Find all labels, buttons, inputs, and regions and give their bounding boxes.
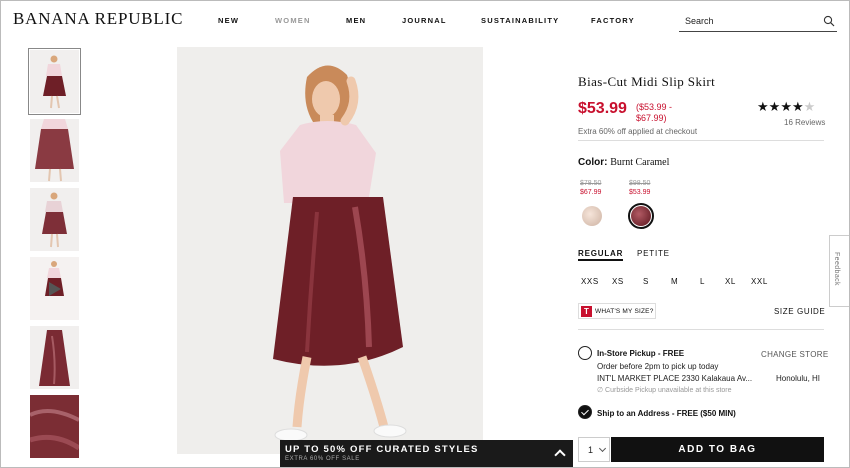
swatch-1-old-price: $78.50	[580, 180, 602, 187]
banner-headline: UP TO 50% OFF CURATED STYLES	[285, 444, 479, 455]
nav-women[interactable]: WOMEN	[275, 16, 311, 25]
size-xs[interactable]: XS	[612, 277, 624, 286]
thumbnail-3[interactable]	[30, 188, 79, 251]
star-icon: ★	[780, 99, 792, 114]
banner-subtext: EXTRA 60% OFF SALE	[285, 456, 360, 462]
swatch-2-new-price: $53.99	[629, 189, 651, 196]
model-photo	[177, 47, 483, 454]
star-icon: ★	[768, 99, 781, 114]
pickup-title: In-Store Pickup - FREE	[597, 349, 685, 358]
fit-regular[interactable]: REGULAR	[578, 249, 624, 261]
ship-title: Ship to an Address - FREE ($50 MIN)	[597, 409, 736, 418]
nav-new[interactable]: NEW	[218, 16, 239, 25]
quantity-value: 1	[588, 445, 594, 455]
feedback-label: Feedback	[833, 252, 840, 286]
nav-sustainability[interactable]: SUSTAINABILITY	[481, 16, 559, 25]
size-xxl[interactable]: XXL	[751, 277, 768, 286]
quantity-select[interactable]: 1	[578, 437, 610, 462]
size-guide-link[interactable]: SIZE GUIDE	[774, 307, 825, 316]
price-range: ($53.99 - $67.99)	[636, 102, 673, 123]
feedback-tab[interactable]: Feedback	[829, 235, 849, 307]
fit-petite[interactable]: PETITE	[637, 249, 670, 258]
product-title: Bias-Cut Midi Slip Skirt	[578, 74, 716, 89]
product-main-image[interactable]	[177, 47, 483, 454]
change-store-link[interactable]: CHANGE STORE	[761, 350, 828, 359]
pickup-note: Order before 2pm to pick up today	[597, 362, 719, 371]
divider	[578, 140, 824, 141]
chevron-down-icon	[598, 444, 607, 453]
nav-men[interactable]: MEN	[346, 16, 366, 25]
page: BANANA REPUBLIC NEW WOMEN MEN JOURNAL SU…	[0, 0, 850, 468]
add-to-bag-button[interactable]: ADD TO BAG	[611, 437, 824, 462]
divider	[578, 329, 824, 330]
size-xxs[interactable]: XXS	[581, 277, 599, 286]
sale-price: $53.99	[578, 100, 627, 117]
color-swatch-burnt-caramel[interactable]	[631, 206, 651, 226]
curbside-note: ∅ Curbside Pickup unavailable at this st…	[597, 387, 732, 394]
color-swatch-blush[interactable]	[582, 206, 602, 226]
nav-factory[interactable]: FACTORY	[591, 16, 635, 25]
search-box[interactable]	[679, 12, 837, 32]
promo-note: Extra 60% off applied at checkout	[578, 127, 698, 136]
star-rating[interactable]: ★★★★★	[757, 99, 815, 115]
store-name: INT'L MARKET PLACE 2330 Kalakaua Av...	[597, 374, 753, 383]
color-value: Burnt Caramel	[610, 157, 670, 168]
whats-my-size-label: WHAT'S MY SIZE?	[595, 308, 654, 315]
true-fit-icon: T	[581, 306, 592, 317]
search-input[interactable]	[685, 16, 815, 26]
thumbnail-2[interactable]	[30, 119, 79, 182]
promo-banner[interactable]: UP TO 50% OFF CURATED STYLES EXTRA 60% O…	[280, 440, 573, 467]
size-m[interactable]: M	[671, 277, 678, 286]
star-empty-icon: ★	[803, 99, 816, 114]
swatch-2-old-price: $98.50	[629, 180, 651, 187]
swatch-1-new-price: $67.99	[580, 189, 602, 196]
pickup-radio[interactable]	[578, 346, 592, 360]
size-s[interactable]: S	[643, 277, 649, 286]
thumbnail-video[interactable]	[30, 257, 79, 320]
nav-journal[interactable]: JOURNAL	[402, 16, 447, 25]
thumbnail-6[interactable]	[30, 395, 79, 458]
reviews-link[interactable]: 16 Reviews	[784, 118, 825, 127]
whats-my-size-button[interactable]: T WHAT'S MY SIZE?	[578, 303, 656, 319]
color-label: Color: Burnt Caramel	[578, 157, 670, 168]
search-icon[interactable]	[823, 15, 835, 27]
chevron-up-icon[interactable]	[554, 449, 566, 461]
ship-radio[interactable]	[578, 405, 592, 419]
size-xl[interactable]: XL	[725, 277, 736, 286]
star-icon: ★	[757, 99, 769, 114]
star-icon: ★	[791, 99, 804, 114]
size-l[interactable]: L	[700, 277, 705, 286]
brand-logo[interactable]: BANANA REPUBLIC	[13, 9, 183, 29]
store-city: Honolulu, HI	[776, 374, 821, 383]
thumbnail-5[interactable]	[30, 326, 79, 389]
thumbnail-1[interactable]	[28, 48, 81, 115]
